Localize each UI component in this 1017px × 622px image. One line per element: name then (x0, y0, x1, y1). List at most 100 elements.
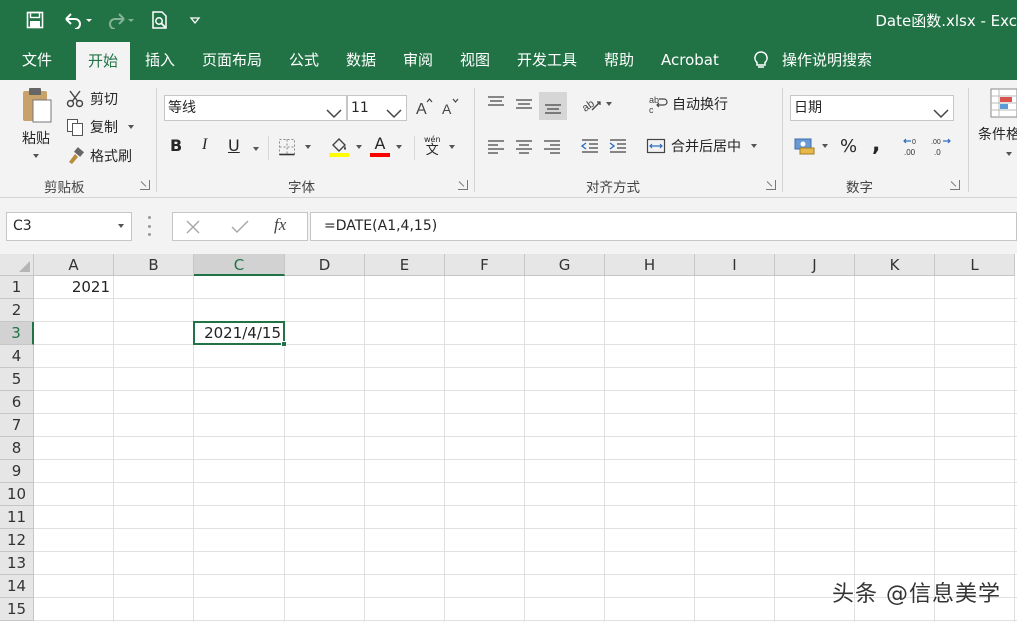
fill-color-button[interactable] (328, 136, 362, 158)
underline-button[interactable]: U (228, 136, 240, 155)
align-left-button[interactable] (486, 138, 506, 156)
tab-file[interactable]: 文件 (22, 40, 52, 80)
number-format-combo[interactable]: 日期 (790, 95, 954, 121)
row-header-11[interactable]: 11 (0, 506, 34, 529)
column-header-g[interactable]: G (525, 254, 605, 276)
row-header-3[interactable]: 3 (0, 322, 34, 345)
cut-button[interactable]: 剪切 (66, 88, 118, 110)
column-header-i[interactable]: I (695, 254, 775, 276)
tab-acrobat[interactable]: Acrobat (661, 40, 719, 80)
italic-button[interactable]: I (202, 136, 207, 154)
tab-data[interactable]: 数据 (346, 40, 376, 80)
customize-toolbar-icon[interactable] (186, 8, 204, 32)
chevron-down-icon (326, 103, 342, 127)
percent-style-button[interactable]: % (840, 136, 857, 157)
gridline-horizontal (34, 551, 1017, 552)
underline-dropdown-icon[interactable] (253, 147, 259, 151)
column-header-b[interactable]: B (114, 254, 194, 276)
align-center-icon (514, 138, 534, 156)
group-divider (782, 88, 783, 192)
row-header-13[interactable]: 13 (0, 552, 34, 575)
column-header-a[interactable]: A (34, 254, 114, 276)
row-header-4[interactable]: 4 (0, 345, 34, 368)
formula-input[interactable]: =DATE(A1,4,15) (310, 212, 1017, 241)
undo-icon[interactable] (60, 8, 94, 32)
tab-page-layout[interactable]: 页面布局 (202, 40, 262, 80)
clipboard-launcher-icon[interactable] (140, 180, 150, 190)
column-header-j[interactable]: J (775, 254, 855, 276)
column-header-h[interactable]: H (605, 254, 695, 276)
alignment-launcher-icon[interactable] (766, 180, 776, 190)
row-header-6[interactable]: 6 (0, 391, 34, 414)
increase-decimal-button[interactable]: 0.00 (902, 136, 924, 158)
tab-developer[interactable]: 开发工具 (517, 40, 577, 80)
row-header-12[interactable]: 12 (0, 529, 34, 552)
tab-home[interactable]: 开始 (76, 42, 131, 80)
align-right-button[interactable] (542, 138, 562, 156)
row-header-7[interactable]: 7 (0, 414, 34, 437)
row-header-10[interactable]: 10 (0, 483, 34, 506)
gridline-vertical (694, 276, 695, 622)
row-header-15[interactable]: 15 (0, 598, 34, 621)
align-middle-button[interactable] (514, 94, 534, 114)
save-icon[interactable] (24, 8, 46, 32)
conditional-formatting-button[interactable]: 条件格 (978, 88, 1017, 178)
spreadsheet-grid[interactable]: ABCDEFGHIJKL 1 2 3 4 5 6 7 8 9 10 11 12 13 14 15 2021 2… (0, 254, 1017, 622)
bold-button[interactable]: B (170, 136, 182, 155)
decrease-decimal-button[interactable]: .00.0 (930, 136, 952, 158)
tell-me-search[interactable]: 操作说明搜索 (752, 40, 872, 80)
cell-area[interactable]: 2021 2021/4/15 (34, 276, 1017, 622)
decrease-font-size-button[interactable]: A (440, 97, 460, 117)
column-header-e[interactable]: E (365, 254, 445, 276)
tab-review[interactable]: 审阅 (403, 40, 433, 80)
tab-formulas[interactable]: 公式 (289, 40, 319, 80)
copy-button[interactable]: 复制 (66, 116, 134, 138)
accounting-format-button[interactable] (794, 136, 828, 156)
wrap-text-button[interactable]: ab c 自动换行 (648, 94, 728, 114)
increase-font-size-button[interactable]: A (414, 97, 434, 117)
row-header-9[interactable]: 9 (0, 460, 34, 483)
comma-style-button[interactable]: , (872, 132, 880, 157)
paste-button[interactable]: 粘贴 (14, 86, 58, 166)
decrease-indent-button[interactable] (580, 138, 600, 156)
fill-handle[interactable] (281, 341, 287, 347)
cancel-icon[interactable] (185, 219, 201, 235)
insert-function-button[interactable]: fx (274, 215, 286, 235)
borders-button[interactable] (278, 138, 311, 156)
row-header-8[interactable]: 8 (0, 437, 34, 460)
row-header-2[interactable]: 2 (0, 299, 34, 322)
row-header-5[interactable]: 5 (0, 368, 34, 391)
column-header-d[interactable]: D (285, 254, 365, 276)
format-painter-button[interactable]: 格式刷 (66, 145, 132, 167)
increase-indent-button[interactable] (608, 138, 628, 156)
svg-text:0: 0 (912, 139, 916, 146)
font-name-combo[interactable]: 等线 (164, 95, 347, 121)
align-top-button[interactable] (486, 94, 506, 114)
tab-insert[interactable]: 插入 (145, 40, 175, 80)
column-header-k[interactable]: K (855, 254, 935, 276)
column-header-l[interactable]: L (935, 254, 1015, 276)
name-box[interactable]: C3 (6, 212, 132, 241)
align-bottom-button[interactable] (539, 92, 567, 120)
tab-help[interactable]: 帮助 (604, 40, 634, 80)
font-color-button[interactable]: A (370, 136, 402, 157)
gridline-vertical (524, 276, 525, 622)
merge-center-button[interactable]: 合并后居中 (646, 136, 757, 156)
select-all-button[interactable] (0, 254, 34, 276)
row-header-1[interactable]: 1 (0, 276, 34, 299)
font-size-combo[interactable]: 11 (347, 95, 407, 121)
cell-a1[interactable]: 2021 (34, 276, 110, 299)
orientation-button[interactable]: ab (580, 94, 612, 114)
tab-view[interactable]: 视图 (460, 40, 490, 80)
align-center-button[interactable] (514, 138, 534, 156)
column-header-c[interactable]: C (194, 254, 285, 276)
redo-icon[interactable] (104, 8, 138, 32)
row-header-14[interactable]: 14 (0, 575, 34, 598)
formula-bar-grip-icon[interactable] (146, 216, 152, 236)
number-launcher-icon[interactable] (950, 180, 960, 190)
phonetic-guide-button[interactable]: wén 文 (424, 136, 455, 158)
font-launcher-icon[interactable] (458, 180, 468, 190)
print-preview-icon[interactable] (148, 8, 172, 32)
enter-check-icon[interactable] (231, 219, 249, 235)
column-header-f[interactable]: F (445, 254, 525, 276)
